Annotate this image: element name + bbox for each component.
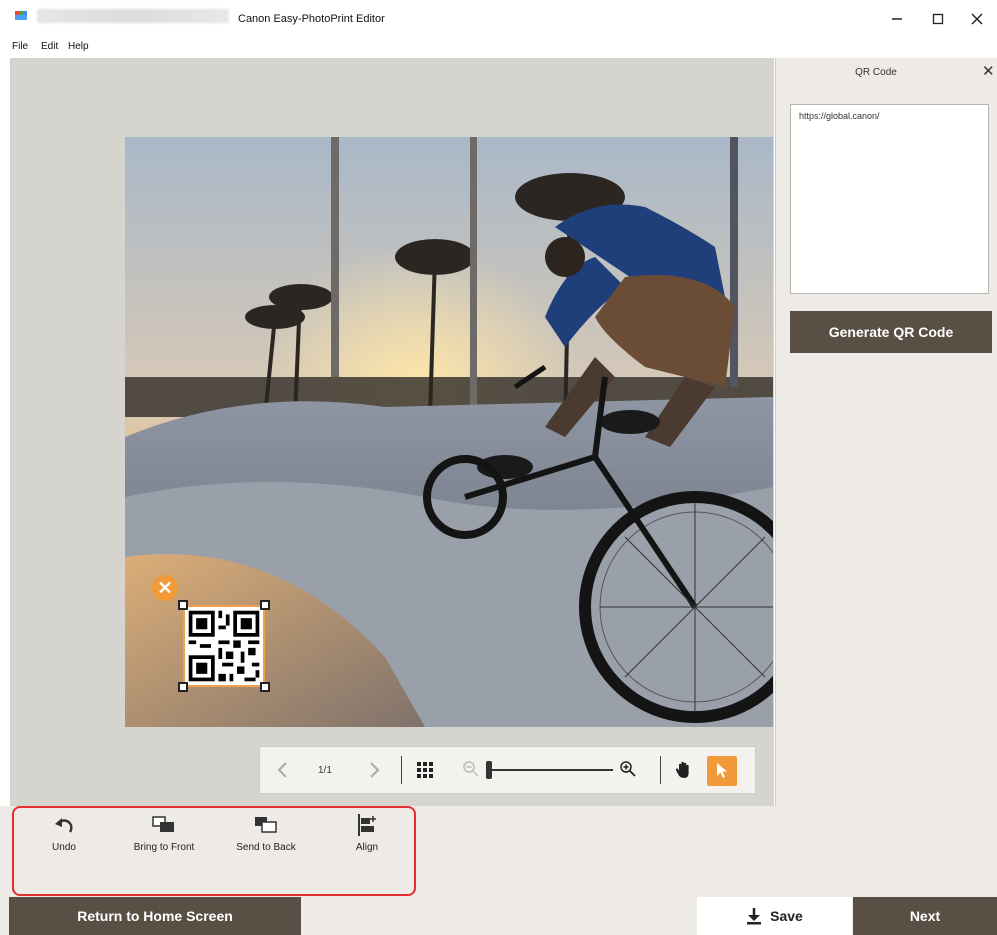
zoom-in-icon[interactable]	[619, 760, 637, 778]
return-to-home-button[interactable]: Return to Home Screen	[9, 897, 301, 935]
generate-qr-code-button[interactable]: Generate QR Code	[790, 311, 992, 353]
pointer-tool-button[interactable]	[707, 756, 737, 786]
save-button[interactable]: Save	[697, 897, 852, 935]
zoom-slider-thumb[interactable]	[486, 761, 492, 779]
app-logo-icon	[15, 11, 27, 20]
minimize-icon[interactable]	[877, 6, 917, 32]
resize-handle-bottom-left[interactable]	[178, 682, 188, 692]
toolbar-divider	[401, 756, 402, 784]
grid-icon[interactable]	[417, 762, 433, 778]
zoom-out-icon[interactable]	[462, 760, 480, 778]
next-button[interactable]: Next	[853, 897, 997, 935]
qr-code-image	[185, 607, 263, 685]
hand-icon[interactable]	[675, 760, 693, 780]
highlight-box	[12, 806, 416, 896]
save-label: Save	[770, 908, 803, 924]
chevron-right-icon[interactable]	[366, 760, 382, 780]
menu-help[interactable]: Help	[68, 41, 89, 52]
pointer-icon	[717, 763, 727, 778]
close-icon[interactable]	[957, 6, 997, 32]
resize-handle-bottom-right[interactable]	[260, 682, 270, 692]
panel-close-icon[interactable]: ✕	[982, 62, 995, 80]
download-icon	[747, 908, 762, 925]
resize-handle-top-left[interactable]	[178, 600, 188, 610]
resize-handle-top-right[interactable]	[260, 600, 270, 610]
menu-file[interactable]: File	[12, 41, 28, 52]
zoom-slider-track[interactable]	[488, 769, 613, 771]
panel-title: QR Code	[855, 67, 897, 78]
toolbar-divider	[660, 756, 661, 784]
menu-edit[interactable]: Edit	[41, 41, 58, 52]
window-title: Canon Easy-PhotoPrint Editor	[238, 13, 385, 25]
chevron-left-icon[interactable]	[275, 760, 291, 780]
maximize-icon[interactable]	[918, 6, 958, 32]
qr-url-input[interactable]: https://global.canon/	[790, 104, 989, 294]
blurred-filename	[37, 9, 229, 23]
delete-element-button[interactable]: ✕	[152, 575, 178, 601]
page-indicator: 1/1	[318, 765, 332, 776]
qr-code-element[interactable]	[178, 600, 270, 692]
menu-bar	[0, 38, 997, 56]
